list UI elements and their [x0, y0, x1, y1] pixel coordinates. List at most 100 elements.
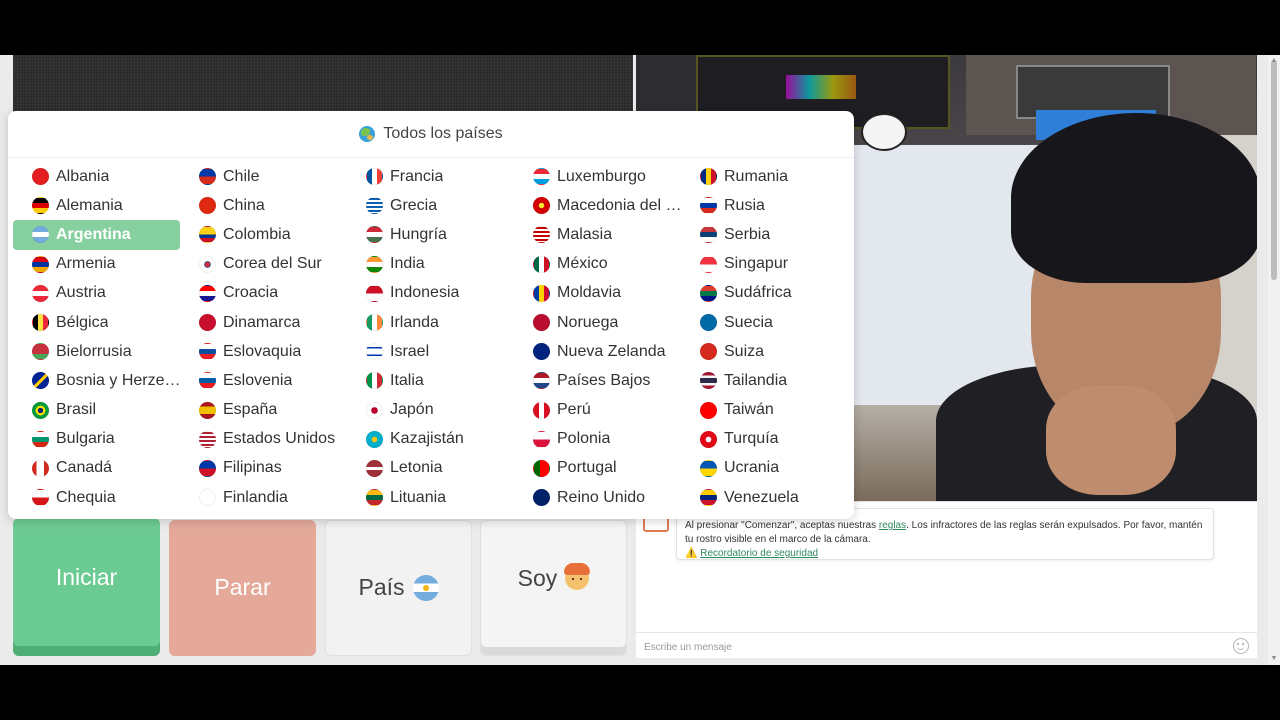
gender-button[interactable]: Soy	[480, 520, 627, 656]
country-flag-icon	[700, 489, 717, 507]
country-option[interactable]: Venezuela	[688, 483, 855, 512]
country-name: Venezuela	[724, 488, 799, 506]
country-option[interactable]: Portugal	[521, 454, 688, 483]
country-option[interactable]: Chequia	[20, 483, 187, 512]
dropdown-header[interactable]: Todos los países	[8, 111, 854, 158]
country-option[interactable]: Bélgica	[20, 308, 187, 337]
country-option[interactable]: Italia	[354, 366, 521, 395]
country-flag-icon	[199, 168, 216, 186]
country-option[interactable]: Francia	[354, 162, 521, 191]
country-name: Noruega	[557, 313, 619, 331]
country-name: Sudáfrica	[724, 284, 792, 302]
country-option[interactable]: Ucrania	[688, 454, 855, 483]
country-option[interactable]: Dinamarca	[187, 308, 354, 337]
country-flag-icon	[199, 314, 216, 332]
country-option[interactable]: Indonesia	[354, 279, 521, 308]
country-option[interactable]: Singapur	[688, 250, 855, 279]
country-flag-icon	[366, 459, 383, 477]
country-option[interactable]: Turquía	[688, 425, 855, 454]
country-flag-icon	[32, 343, 49, 361]
country-option[interactable]: Tailandia	[688, 366, 855, 395]
country-option[interactable]: Eslovenia	[187, 366, 354, 395]
page-scrollbar-thumb[interactable]	[1271, 60, 1277, 280]
country-option[interactable]: Estados Unidos	[187, 425, 354, 454]
country-option[interactable]: Rumania	[688, 162, 855, 191]
country-option[interactable]: Croacia	[187, 279, 354, 308]
country-option[interactable]: Alemania	[20, 191, 187, 220]
country-option[interactable]: Noruega	[521, 308, 688, 337]
country-option[interactable]: Colombia	[187, 220, 354, 249]
country-option[interactable]: Suecia	[688, 308, 855, 337]
country-option[interactable]: Luxemburgo	[521, 162, 688, 191]
country-option[interactable]: Taiwán	[688, 396, 855, 425]
country-option[interactable]: Perú	[521, 396, 688, 425]
country-flag-icon	[32, 372, 49, 390]
country-option[interactable]: Japón	[354, 396, 521, 425]
country-option[interactable]: Brasil	[20, 396, 187, 425]
country-name: Chile	[223, 167, 260, 185]
country-option[interactable]: Irlanda	[354, 308, 521, 337]
country-option[interactable]: Macedonia del Norte	[521, 191, 688, 220]
country-option[interactable]: Finlandia	[187, 483, 354, 512]
country-option[interactable]: Armenia	[20, 250, 187, 279]
emoji-icon[interactable]	[1233, 638, 1249, 654]
country-flag-icon	[32, 226, 49, 244]
country-option[interactable]: Rusia	[688, 191, 855, 220]
country-flag-icon	[199, 255, 216, 273]
country-option[interactable]: Suiza	[688, 337, 855, 366]
country-option[interactable]: Reino Unido	[521, 483, 688, 512]
scroll-down-arrow[interactable]: ▼	[1270, 655, 1278, 663]
country-option[interactable]: Hungría	[354, 220, 521, 249]
country-option[interactable]: México	[521, 250, 688, 279]
country-option[interactable]: Sudáfrica	[688, 279, 855, 308]
country-name: Finlandia	[223, 488, 288, 506]
start-button[interactable]: Iniciar	[13, 518, 160, 656]
rules-link[interactable]: reglas	[879, 520, 906, 531]
message-input[interactable]	[642, 637, 1226, 657]
country-option[interactable]: España	[187, 396, 354, 425]
country-option[interactable]: India	[354, 250, 521, 279]
country-option[interactable]: Chile	[187, 162, 354, 191]
country-option[interactable]: Serbia	[688, 220, 855, 249]
country-option[interactable]: Austria	[20, 279, 187, 308]
country-option[interactable]: Grecia	[354, 191, 521, 220]
country-option[interactable]: Bulgaria	[20, 425, 187, 454]
country-button[interactable]: País	[325, 520, 472, 656]
country-option[interactable]: Corea del Sur	[187, 250, 354, 279]
country-name: Irlanda	[390, 313, 439, 331]
country-flag-icon	[700, 197, 717, 215]
country-flag-icon	[533, 430, 550, 448]
country-flag-icon	[366, 284, 383, 302]
stop-button[interactable]: Parar	[169, 520, 316, 656]
country-option[interactable]: China	[187, 191, 354, 220]
safety-link[interactable]: Recordatorio de seguridad	[700, 548, 818, 559]
country-option[interactable]: Albania	[20, 162, 187, 191]
country-name: Turquía	[724, 430, 779, 448]
country-option[interactable]: Letonia	[354, 454, 521, 483]
safety-reminder: ⚠️ Recordatorio de seguridad	[685, 548, 818, 559]
country-name: Tailandia	[724, 371, 788, 389]
country-flag-icon	[199, 343, 216, 361]
country-name: Colombia	[223, 225, 291, 243]
country-flag-icon	[366, 343, 383, 361]
country-option[interactable]: Países Bajos	[521, 366, 688, 395]
country-option[interactable]: Moldavia	[521, 279, 688, 308]
country-option[interactable]: Filipinas	[187, 454, 354, 483]
country-name: Portugal	[557, 459, 617, 477]
country-option[interactable]: Bielorrusia	[20, 337, 187, 366]
country-option[interactable]: Nueva Zelanda	[521, 337, 688, 366]
country-name: Alemania	[56, 196, 123, 214]
country-option[interactable]: Argentina	[13, 220, 180, 250]
country-option[interactable]: Israel	[354, 337, 521, 366]
country-flag-icon	[199, 401, 216, 419]
country-flag-icon	[32, 489, 49, 507]
country-option[interactable]: Malasia	[521, 220, 688, 249]
country-option[interactable]: Canadá	[20, 454, 187, 483]
country-option[interactable]: Eslovaquia	[187, 337, 354, 366]
country-option[interactable]: Bosnia y Herzegovina	[20, 366, 187, 395]
country-option[interactable]: Polonia	[521, 425, 688, 454]
country-option[interactable]: Lituania	[354, 483, 521, 512]
country-name: Ucrania	[724, 459, 780, 477]
country-option[interactable]: Kazajistán	[354, 425, 521, 454]
scroll-up-arrow[interactable]: ▲	[1270, 57, 1278, 65]
